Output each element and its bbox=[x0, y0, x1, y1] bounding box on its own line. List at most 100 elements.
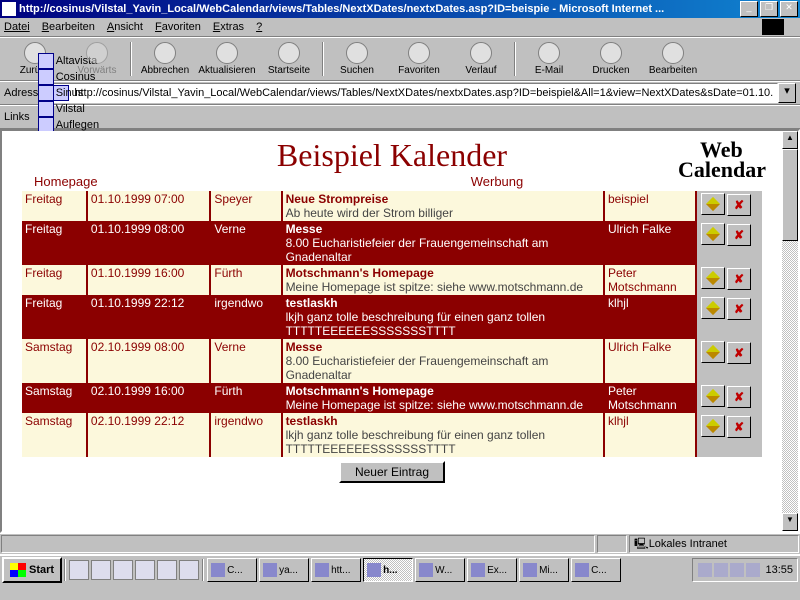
cell-author: Peter Motschmann bbox=[604, 265, 696, 295]
cell-datetime: 02.10.1999 08:00 bbox=[87, 339, 211, 383]
cell-day: Samstag bbox=[22, 339, 87, 383]
cell-actions: ✘ bbox=[696, 221, 762, 265]
mail-button[interactable]: E-Mail bbox=[518, 40, 580, 78]
new-entry-button[interactable]: Neuer Eintrag bbox=[339, 461, 445, 483]
delete-entry-button[interactable]: ✘ bbox=[727, 224, 751, 246]
cell-day: Samstag bbox=[22, 383, 87, 413]
scroll-up-button[interactable]: ▲ bbox=[782, 131, 798, 149]
cell-author: klhjl bbox=[604, 295, 696, 339]
taskbar-task[interactable]: h... bbox=[363, 558, 413, 582]
ie-icon bbox=[2, 2, 16, 16]
menu-bearbeiten[interactable]: Bearbeiten bbox=[42, 21, 95, 33]
delete-entry-button[interactable]: ✘ bbox=[727, 386, 751, 408]
task-icon bbox=[211, 563, 225, 577]
delete-entry-button[interactable]: ✘ bbox=[727, 416, 751, 438]
tray-icon[interactable] bbox=[714, 563, 728, 577]
edit-entry-button[interactable] bbox=[701, 341, 725, 363]
edit-entry-button[interactable] bbox=[701, 223, 725, 245]
quicklaunch-icon[interactable] bbox=[69, 560, 89, 580]
minimize-button[interactable]: _ bbox=[740, 1, 758, 17]
cell-location: Verne bbox=[210, 221, 281, 265]
cell-location: Speyer bbox=[210, 191, 281, 221]
tray-icon[interactable] bbox=[698, 563, 712, 577]
quicklaunch-icon[interactable] bbox=[157, 560, 177, 580]
edit-entry-button[interactable] bbox=[701, 297, 725, 319]
scroll-thumb[interactable] bbox=[782, 149, 798, 241]
edit-entry-button[interactable] bbox=[701, 193, 725, 215]
menu-ansicht[interactable]: Ansicht bbox=[107, 21, 143, 33]
start-button[interactable]: Start bbox=[2, 557, 62, 583]
page-title: Beispiel Kalender bbox=[4, 137, 780, 174]
page-icon bbox=[38, 53, 54, 69]
cell-author: klhjl bbox=[604, 413, 696, 457]
menu-datei[interactable]: Datei bbox=[4, 21, 30, 33]
maximize-button[interactable]: ❐ bbox=[760, 1, 778, 17]
cell-datetime: 01.10.1999 07:00 bbox=[87, 191, 211, 221]
print-button[interactable]: Drucken bbox=[580, 40, 642, 78]
calendar-row: Freitag01.10.1999 16:00FürthMotschmann's… bbox=[22, 265, 762, 295]
vertical-scrollbar[interactable]: ▲ ▼ bbox=[782, 131, 798, 531]
tray-icon[interactable] bbox=[730, 563, 744, 577]
cell-actions: ✘ bbox=[696, 191, 762, 221]
search-button[interactable]: Suchen bbox=[326, 40, 388, 78]
links-label: Links bbox=[4, 111, 30, 123]
taskbar-task[interactable]: C... bbox=[207, 558, 257, 582]
tray-icon[interactable] bbox=[746, 563, 760, 577]
cell-day: Freitag bbox=[22, 265, 87, 295]
close-button[interactable]: ✕ bbox=[780, 1, 798, 17]
favorite-link[interactable]: Cosinus bbox=[38, 69, 150, 85]
cell-day: Freitag bbox=[22, 191, 87, 221]
delete-entry-button[interactable]: ✘ bbox=[727, 298, 751, 320]
taskbar-task[interactable]: W... bbox=[415, 558, 465, 582]
cell-actions: ✘ bbox=[696, 383, 762, 413]
menu-extras[interactable]: Extras bbox=[213, 21, 244, 33]
history-button[interactable]: Verlauf bbox=[450, 40, 512, 78]
cell-day: Samstag bbox=[22, 413, 87, 457]
task-icon bbox=[263, 563, 277, 577]
taskbar-task[interactable]: htt... bbox=[311, 558, 361, 582]
cell-event: Messe8.00 Eucharistiefeier der Frauengem… bbox=[282, 221, 604, 265]
taskbar-task[interactable]: ya... bbox=[259, 558, 309, 582]
cell-location: irgendwo bbox=[210, 413, 281, 457]
windows-icon bbox=[10, 563, 26, 577]
cell-author: Ulrich Falke bbox=[604, 339, 696, 383]
cell-datetime: 01.10.1999 16:00 bbox=[87, 265, 211, 295]
menu-bar: Datei Bearbeiten Ansicht Favoriten Extra… bbox=[0, 18, 800, 37]
quicklaunch-icon[interactable] bbox=[91, 560, 111, 580]
edit-button[interactable]: Bearbeiten bbox=[642, 40, 704, 78]
task-icon bbox=[471, 563, 485, 577]
scroll-down-button[interactable]: ▼ bbox=[782, 513, 798, 531]
menu-favoriten[interactable]: Favoriten bbox=[155, 21, 201, 33]
quicklaunch-icon[interactable] bbox=[135, 560, 155, 580]
cell-location: Verne bbox=[210, 339, 281, 383]
homepage-link[interactable]: Homepage bbox=[34, 174, 244, 189]
cell-actions: ✘ bbox=[696, 413, 762, 457]
clock: 13:55 bbox=[765, 564, 793, 576]
delete-entry-button[interactable]: ✘ bbox=[727, 268, 751, 290]
system-tray[interactable]: 13:55 bbox=[692, 558, 798, 582]
delete-entry-button[interactable]: ✘ bbox=[727, 194, 751, 216]
calendar-row: Freitag01.10.1999 08:00VerneMesse8.00 Eu… bbox=[22, 221, 762, 265]
favorite-link[interactable]: Sinus bbox=[38, 85, 150, 101]
cell-datetime: 01.10.1999 22:12 bbox=[87, 295, 211, 339]
favorite-link[interactable]: Vilstal bbox=[38, 101, 150, 117]
edit-entry-button[interactable] bbox=[701, 385, 725, 407]
edit-entry-button[interactable] bbox=[701, 415, 725, 437]
cell-actions: ✘ bbox=[696, 339, 762, 383]
taskbar-task[interactable]: C... bbox=[571, 558, 621, 582]
quicklaunch-icon[interactable] bbox=[113, 560, 133, 580]
calendar-row: Samstag02.10.1999 16:00FürthMotschmann's… bbox=[22, 383, 762, 413]
quicklaunch-icon[interactable] bbox=[179, 560, 199, 580]
taskbar-task[interactable]: Mi... bbox=[519, 558, 569, 582]
address-input[interactable] bbox=[72, 86, 775, 100]
favorites-button[interactable]: Favoriten bbox=[388, 40, 450, 78]
edit-entry-button[interactable] bbox=[701, 267, 725, 289]
home-button[interactable]: Startseite bbox=[258, 40, 320, 78]
taskbar-task[interactable]: Ex... bbox=[467, 558, 517, 582]
refresh-button[interactable]: Aktualisieren bbox=[196, 40, 258, 78]
task-icon bbox=[315, 563, 329, 577]
delete-entry-button[interactable]: ✘ bbox=[727, 342, 751, 364]
address-dropdown[interactable]: ▾ bbox=[778, 83, 796, 103]
menu-help[interactable]: ? bbox=[256, 21, 262, 33]
calendar-row: Freitag01.10.1999 22:12irgendwotestlaskh… bbox=[22, 295, 762, 339]
